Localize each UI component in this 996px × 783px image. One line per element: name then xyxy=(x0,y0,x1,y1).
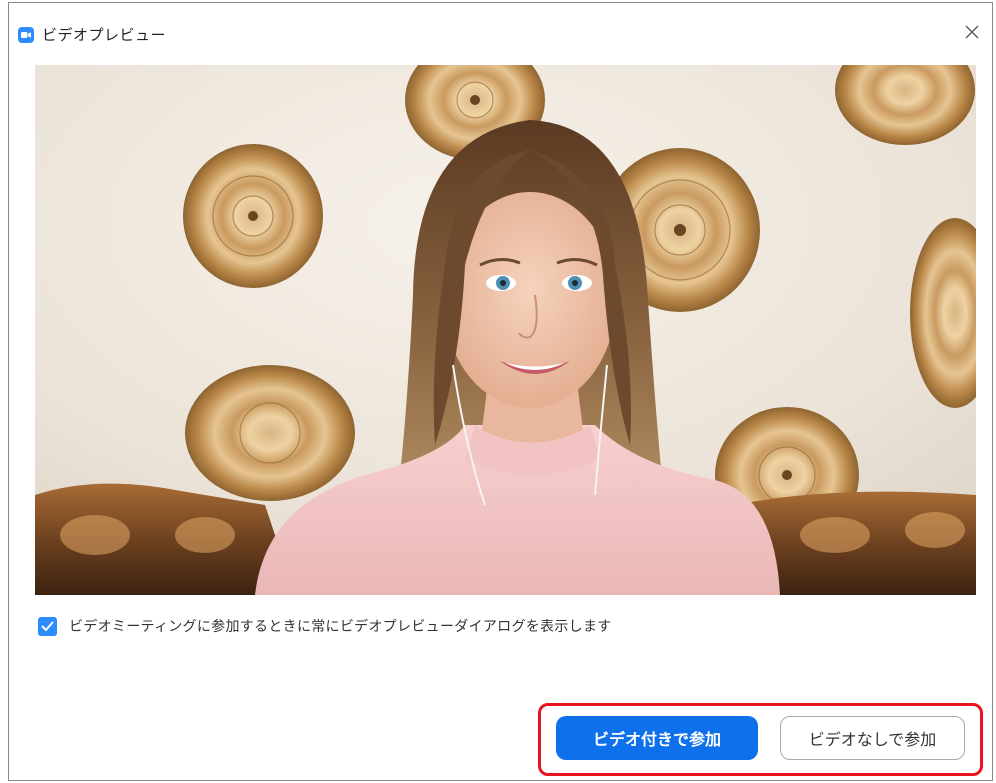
join-with-video-button[interactable]: ビデオ付きで参加 xyxy=(556,716,758,760)
window-title: ビデオプレビュー xyxy=(42,26,167,44)
close-button[interactable] xyxy=(960,20,984,44)
always-show-preview-checkbox[interactable] xyxy=(38,616,57,636)
always-show-preview-label: ビデオミーティングに参加するときに常にビデオプレビューダイアログを表示します xyxy=(69,619,612,635)
always-show-preview-option: ビデオミーティングに参加するときに常にビデオプレビューダイアログを表示します xyxy=(38,616,612,636)
checkmark-icon xyxy=(41,621,54,631)
zoom-app-icon xyxy=(18,27,34,43)
video-preview-dialog: ビデオプレビュー ビデオミーティングに参加するときに常にビデオプレビューダイアロ… xyxy=(8,2,993,781)
video-preview xyxy=(35,65,976,595)
video-preview-image xyxy=(35,65,976,595)
join-without-video-button[interactable]: ビデオなしで参加 xyxy=(780,716,965,760)
close-icon xyxy=(965,25,979,39)
title-bar: ビデオプレビュー xyxy=(9,3,992,47)
